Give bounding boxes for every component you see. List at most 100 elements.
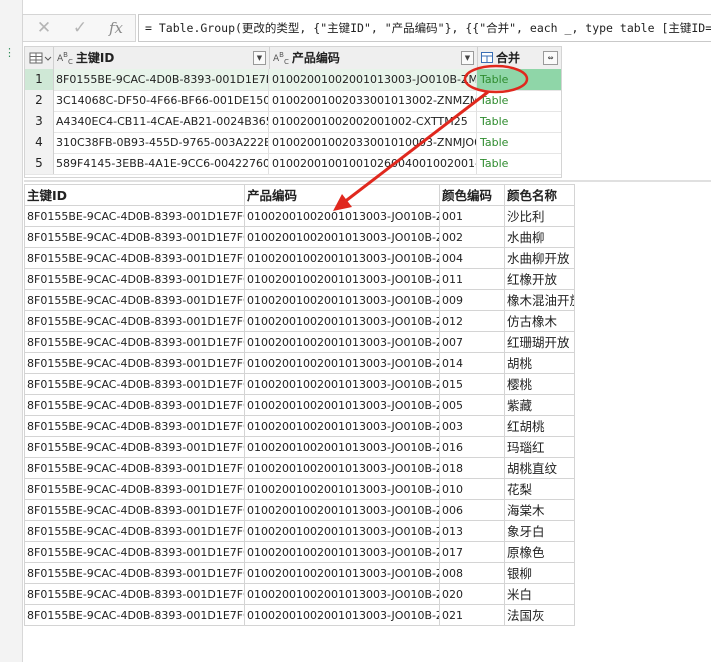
row-number[interactable]: 1 — [25, 69, 54, 90]
cell-id[interactable]: A4340EC4-CB11-4CAE-AB21-0024B365C... — [53, 111, 269, 132]
detail-cell-color-name: 红胡桃 — [505, 416, 575, 437]
detail-header-id: 主键ID — [25, 185, 245, 206]
pane-divider[interactable] — [24, 180, 711, 182]
detail-cell-code: 01002001002001013003-JO010B-ZMZ — [245, 605, 440, 626]
detail-cell-code: 01002001002001013003-JO010B-ZMZ — [245, 521, 440, 542]
detail-cell-code: 01002001002001013003-JO010B-ZMZ — [245, 290, 440, 311]
detail-table-row: 8F0155BE-9CAC-4D0B-8393-001D1E7FC98D0100… — [25, 269, 575, 290]
detail-cell-code: 01002001002001013003-JO010B-ZMZ — [245, 584, 440, 605]
detail-cell-color-code: 002 — [440, 227, 505, 248]
detail-cell-color-name: 象牙白 — [505, 521, 575, 542]
detail-cell-color-name: 米白 — [505, 584, 575, 605]
detail-cell-code: 01002001002001013003-JO010B-ZMZ — [245, 563, 440, 584]
row-number[interactable]: 2 — [25, 90, 54, 111]
queries-pane-collapsed[interactable]: ⋮ — [0, 0, 23, 662]
query-preview-table: ABC 主键ID ▼ ABC 产品编码 ▼ 合并 ⇔ 1 8F0155BE-9CAC-… — [24, 46, 562, 178]
detail-cell-id: 8F0155BE-9CAC-4D0B-8393-001D1E7FC98D — [25, 584, 245, 605]
detail-table-header: 主键ID 产品编码 颜色编码 颜色名称 — [25, 185, 575, 206]
detail-cell-code: 01002001002001013003-JO010B-ZMZ — [245, 479, 440, 500]
detail-cell-id: 8F0155BE-9CAC-4D0B-8393-001D1E7FC98D — [25, 227, 245, 248]
detail-cell-id: 8F0155BE-9CAC-4D0B-8393-001D1E7FC98D — [25, 353, 245, 374]
detail-cell-color-name: 水曲柳开放 — [505, 248, 575, 269]
cell-merge-table-link[interactable]: Table — [477, 69, 561, 90]
detail-cell-color-code: 007 — [440, 332, 505, 353]
column-header-merge[interactable]: 合并 ⇔ — [477, 47, 561, 69]
text-type-icon: ABC — [273, 51, 289, 66]
detail-cell-color-name: 胡桃 — [505, 353, 575, 374]
detail-cell-code: 01002001002001013003-JO010B-ZMZ — [245, 206, 440, 227]
filter-dropdown-icon[interactable]: ▼ — [253, 51, 266, 65]
table-type-icon — [481, 51, 493, 66]
query-table-header: ABC 主键ID ▼ ABC 产品编码 ▼ 合并 ⇔ — [25, 47, 561, 70]
detail-table-row: 8F0155BE-9CAC-4D0B-8393-001D1E7FC98D0100… — [25, 416, 575, 437]
detail-cell-color-name: 水曲柳 — [505, 227, 575, 248]
cell-code[interactable]: 01002001002033001013002-ZNMZM0... — [269, 90, 477, 111]
formula-buttons: ✕ ✓ fx — [22, 14, 136, 42]
cell-merge-table-link[interactable]: Table — [477, 111, 561, 132]
detail-cell-color-name: 花梨 — [505, 479, 575, 500]
detail-cell-code: 01002001002001013003-JO010B-ZMZ — [245, 353, 440, 374]
query-table-row[interactable]: 3 A4340EC4-CB11-4CAE-AB21-0024B365C... 010… — [25, 111, 561, 133]
detail-header-code: 产品编码 — [245, 185, 440, 206]
detail-cell-id: 8F0155BE-9CAC-4D0B-8393-001D1E7FC98D — [25, 395, 245, 416]
cell-merge-table-link[interactable]: Table — [477, 90, 561, 111]
detail-table-row: 8F0155BE-9CAC-4D0B-8393-001D1E7FC98D0100… — [25, 563, 575, 584]
filter-dropdown-icon[interactable]: ▼ — [461, 51, 474, 65]
row-number[interactable]: 3 — [25, 111, 54, 132]
cell-code[interactable]: 01002001002033001010003-ZNMJO01... — [269, 132, 477, 153]
detail-cell-color-code: 021 — [440, 605, 505, 626]
detail-table-row: 8F0155BE-9CAC-4D0B-8393-001D1E7FC98D0100… — [25, 206, 575, 227]
detail-cell-color-code: 006 — [440, 500, 505, 521]
detail-cell-color-name: 红珊瑚开放 — [505, 332, 575, 353]
detail-cell-id: 8F0155BE-9CAC-4D0B-8393-001D1E7FC98D — [25, 458, 245, 479]
detail-cell-color-code: 010 — [440, 479, 505, 500]
detail-cell-code: 01002001002001013003-JO010B-ZMZ — [245, 500, 440, 521]
detail-cell-id: 8F0155BE-9CAC-4D0B-8393-001D1E7FC98D — [25, 248, 245, 269]
detail-cell-code: 01002001002001013003-JO010B-ZMZ — [245, 458, 440, 479]
detail-cell-id: 8F0155BE-9CAC-4D0B-8393-001D1E7FC98D — [25, 332, 245, 353]
detail-cell-id: 8F0155BE-9CAC-4D0B-8393-001D1E7FC98D — [25, 521, 245, 542]
row-number[interactable]: 4 — [25, 132, 54, 153]
column-header-code[interactable]: ABC 产品编码 ▼ — [269, 47, 478, 69]
detail-cell-color-code: 014 — [440, 353, 505, 374]
detail-cell-code: 01002001002001013003-JO010B-ZMZ — [245, 542, 440, 563]
cell-id[interactable]: 8F0155BE-9CAC-4D0B-8393-001D1E7FC... — [53, 69, 269, 90]
confirm-icon[interactable]: ✓ — [65, 17, 95, 39]
query-table-row[interactable]: 1 8F0155BE-9CAC-4D0B-8393-001D1E7FC... 010… — [25, 69, 561, 91]
row-number[interactable]: 5 — [25, 153, 54, 174]
detail-table-row: 8F0155BE-9CAC-4D0B-8393-001D1E7FC98D0100… — [25, 605, 575, 626]
detail-cell-id: 8F0155BE-9CAC-4D0B-8393-001D1E7FC98D — [25, 563, 245, 584]
query-table-row[interactable]: 4 310C38FB-0B93-455D-9765-003A222BB... 010… — [25, 132, 561, 154]
detail-cell-id: 8F0155BE-9CAC-4D0B-8393-001D1E7FC98D — [25, 542, 245, 563]
cell-merge-table-link[interactable]: Table — [477, 132, 561, 153]
detail-table-row: 8F0155BE-9CAC-4D0B-8393-001D1E7FC98D0100… — [25, 395, 575, 416]
detail-cell-color-name: 法国灰 — [505, 605, 575, 626]
query-table-row[interactable]: 5589F4145-3EBB-4A1E-9CC6-004227606E...01… — [25, 153, 561, 175]
cell-id[interactable]: 589F4145-3EBB-4A1E-9CC6-004227606E... — [53, 153, 269, 174]
cell-id[interactable]: 3C14068C-DF50-4F66-BF66-001DE15025... — [53, 90, 269, 111]
expand-column-icon[interactable]: ⇔ — [543, 51, 558, 65]
table-menu-button[interactable] — [25, 47, 54, 69]
detail-cell-color-code: 005 — [440, 395, 505, 416]
detail-cell-color-code: 011 — [440, 269, 505, 290]
column-header-id[interactable]: ABC 主键ID ▼ — [53, 47, 270, 69]
collapsed-pane-icon: ⋮ — [4, 46, 15, 59]
detail-table-row: 8F0155BE-9CAC-4D0B-8393-001D1E7FC98D0100… — [25, 500, 575, 521]
cancel-icon[interactable]: ✕ — [29, 17, 59, 39]
detail-cell-color-name: 海棠木 — [505, 500, 575, 521]
cell-code[interactable]: 01002001001001026004001002001-T0... — [269, 153, 477, 174]
query-table-row[interactable]: 23C14068C-DF50-4F66-BF66-001DE15025...01… — [25, 90, 561, 112]
detail-cell-color-name: 紫藏 — [505, 395, 575, 416]
detail-table-row: 8F0155BE-9CAC-4D0B-8393-001D1E7FC98D0100… — [25, 542, 575, 563]
cell-merge-table-link[interactable]: Table — [477, 153, 561, 174]
fx-icon[interactable]: fx — [101, 17, 131, 39]
cell-code[interactable]: 01002001002002001002-CXTTM25 — [269, 111, 477, 132]
formula-input[interactable]: = Table.Group(更改的类型, {"主键ID", "产品编码"}, {… — [138, 14, 711, 42]
cell-id[interactable]: 310C38FB-0B93-455D-9765-003A222BB... — [53, 132, 269, 153]
detail-table-row: 8F0155BE-9CAC-4D0B-8393-001D1E7FC98D0100… — [25, 458, 575, 479]
nested-table-preview: 主键ID 产品编码 颜色编码 颜色名称 8F0155BE-9CAC-4D0B-8… — [24, 184, 575, 626]
detail-header-color-name: 颜色名称 — [505, 185, 575, 206]
detail-table-row: 8F0155BE-9CAC-4D0B-8393-001D1E7FC98D0100… — [25, 227, 575, 248]
detail-cell-color-code: 009 — [440, 290, 505, 311]
cell-code[interactable]: 0100200100200101300​3-JO010B-ZMZ — [269, 69, 477, 90]
